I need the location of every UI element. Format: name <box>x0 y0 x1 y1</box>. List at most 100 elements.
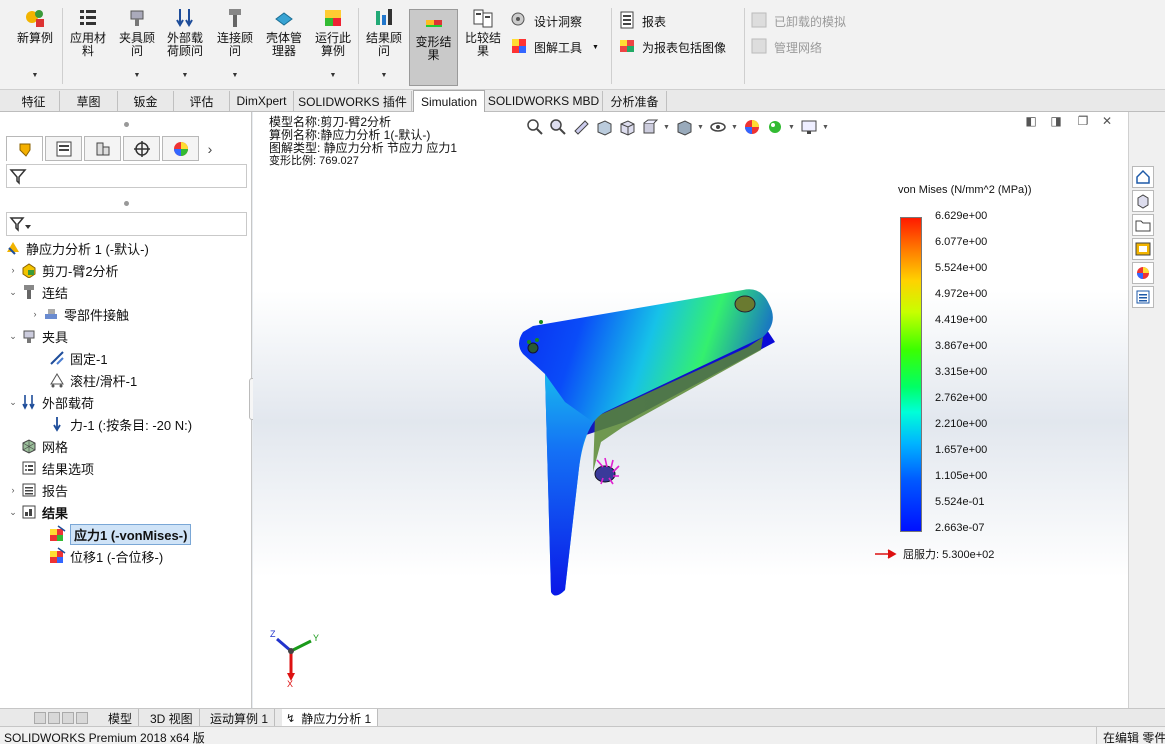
tab-3d-view[interactable]: 3D 视图 <box>144 709 200 727</box>
chevron-down-icon: ▼ <box>231 72 239 79</box>
run-study-button[interactable]: 运行此算例 ▼ <box>310 6 356 86</box>
fea-model-view[interactable] <box>493 272 793 602</box>
hide-show-items-icon[interactable] <box>708 117 728 137</box>
tree-results[interactable]: ⌄ 结果 <box>6 502 68 522</box>
restore-window-icon[interactable]: ❐ <box>1075 113 1091 129</box>
graphics-area[interactable]: 模型名称:剪刀-臂2分析 算例名称:静应力分析 1(-默认-) 图解类型: 静应… <box>253 112 1128 708</box>
chevron-down-icon[interactable]: ▼ <box>788 124 796 131</box>
fixtures-advisor-button[interactable]: 夹具顾问 ▼ <box>114 6 160 86</box>
design-library-icon[interactable] <box>1132 190 1154 212</box>
chevron-right-icon[interactable]: › <box>6 265 20 275</box>
chevron-down-icon[interactable]: ⌄ <box>6 287 20 298</box>
unloaded-simulations-button[interactable]: 已卸载的模拟 <box>750 10 846 32</box>
plot-tools-button[interactable]: 图解工具 ▼ <box>510 36 599 58</box>
section-view-icon[interactable] <box>594 117 614 137</box>
tree-stress-plot[interactable]: 应力1 (-vonMises-) <box>48 523 192 545</box>
dimxpert-manager-tab[interactable] <box>123 136 160 161</box>
new-study-button[interactable]: 新算例 ▼ <box>12 6 58 86</box>
tab-features[interactable]: 特征 <box>8 91 60 111</box>
dynamic-annotation-icon[interactable] <box>617 117 637 137</box>
display-manager-tab[interactable] <box>162 136 199 161</box>
tab-addins[interactable]: SOLIDWORKS 插件 <box>294 91 412 111</box>
apply-material-button[interactable]: 应用材料 <box>66 6 110 86</box>
chevron-down-icon[interactable]: ▼ <box>663 124 671 131</box>
tab-mbd[interactable]: SOLIDWORKS MBD <box>485 91 603 111</box>
chevron-down-icon[interactable]: ⌄ <box>6 331 20 342</box>
edit-appearance-icon[interactable] <box>742 117 762 137</box>
property-manager-tab[interactable] <box>45 136 82 161</box>
chevron-right-icon[interactable]: › <box>201 136 219 162</box>
apply-scene-icon[interactable] <box>765 117 785 137</box>
feature-manager-tab[interactable] <box>6 136 43 161</box>
tab-static-study[interactable]: ↯ 静应力分析 1 <box>282 709 379 727</box>
tree-external-loads[interactable]: ⌄ 外部载荷 <box>6 392 94 412</box>
next-tab-button[interactable] <box>62 712 74 724</box>
configuration-manager-tab[interactable] <box>84 136 121 161</box>
compare-results-button[interactable]: 比较结果 <box>460 6 506 86</box>
chevron-down-icon[interactable]: ⌄ <box>6 397 20 408</box>
custom-properties-icon[interactable] <box>1132 286 1154 308</box>
tree-roller-slider[interactable]: 滚柱/滑杆-1 <box>48 370 137 390</box>
tile-left-icon[interactable]: ◧ <box>1023 113 1039 129</box>
appearances-icon[interactable] <box>1132 262 1154 284</box>
roller-icon <box>48 371 66 389</box>
manager-tabs: › <box>6 136 246 162</box>
connections-advisor-button[interactable]: 连接顾问 ▼ <box>212 6 258 86</box>
tree-study-root[interactable]: 静应力分析 1 (-默认-) <box>4 238 149 258</box>
display-style-icon[interactable] <box>674 117 694 137</box>
close-window-icon[interactable]: ✕ <box>1099 113 1115 129</box>
panel-splitter-handle[interactable] <box>124 201 129 206</box>
zoom-to-fit-icon[interactable] <box>525 117 545 137</box>
chevron-down-icon[interactable]: ▼ <box>697 124 705 131</box>
include-image-button[interactable]: 为报表包括图像 <box>618 36 726 58</box>
chevron-right-icon[interactable]: › <box>28 309 42 319</box>
tree-mesh[interactable]: 网格 <box>20 436 68 456</box>
tab-dimxpert[interactable]: DimXpert <box>230 91 294 111</box>
manage-network-button[interactable]: 管理网络 <box>750 36 822 58</box>
tree-displacement-plot[interactable]: 位移1 (-合位移-) <box>48 546 163 566</box>
chevron-down-icon: ▼ <box>329 72 337 79</box>
axis-y-label: Y <box>313 633 319 643</box>
panel-splitter-handle[interactable] <box>124 122 129 127</box>
chevron-down-icon[interactable]: ▼ <box>731 124 739 131</box>
tree-fixtures[interactable]: ⌄ 夹具 <box>6 326 68 346</box>
tree-fixed-1[interactable]: 固定-1 <box>48 348 108 368</box>
shell-manager-button[interactable]: 壳体管理器 <box>260 6 308 86</box>
results-advisor-button[interactable]: 结果顾问 ▼ <box>362 6 406 86</box>
tab-sketch[interactable]: 草图 <box>60 91 118 111</box>
simulation-filter-box[interactable] <box>6 212 247 236</box>
tree-part[interactable]: › 剪刀-臂2分析 <box>6 260 119 280</box>
tab-motion-study[interactable]: 运动算例 1 <box>204 709 276 727</box>
legend-tick-label: 6.629e+00 <box>935 210 988 222</box>
zoom-to-area-icon[interactable] <box>548 117 568 137</box>
file-explorer-icon[interactable] <box>1132 214 1154 236</box>
view-palette-icon[interactable] <box>1132 238 1154 260</box>
chevron-down-icon[interactable]: ⌄ <box>6 507 20 518</box>
previous-tab-button[interactable] <box>48 712 60 724</box>
report-button[interactable]: 报表 <box>618 10 666 32</box>
first-tab-button[interactable] <box>34 712 46 724</box>
tree-result-options[interactable]: 结果选项 <box>20 458 94 478</box>
view-orientation-icon[interactable] <box>640 117 660 137</box>
previous-view-icon[interactable] <box>571 117 591 137</box>
last-tab-button[interactable] <box>76 712 88 724</box>
chevron-right-icon[interactable]: › <box>6 485 20 495</box>
tile-right-icon[interactable]: ◨ <box>1048 113 1064 129</box>
tree-report[interactable]: › 报告 <box>6 480 68 500</box>
tree-connections[interactable]: ⌄ 连结 <box>6 282 68 302</box>
feature-filter-box[interactable] <box>6 164 247 188</box>
property-list-icon <box>56 141 71 156</box>
home-icon[interactable] <box>1132 166 1154 188</box>
tab-analysis-prep[interactable]: 分析准备 <box>603 91 667 111</box>
tab-model[interactable]: 模型 <box>102 709 140 727</box>
external-loads-button[interactable]: 外部载荷顾问 ▼ <box>162 6 208 86</box>
chevron-down-icon[interactable]: ▼ <box>822 124 830 131</box>
tree-force-1[interactable]: 力-1 (:按条目: -20 N:) <box>48 414 192 434</box>
tree-component-contact[interactable]: › 零部件接触 <box>28 304 130 324</box>
view-settings-icon[interactable] <box>799 117 819 137</box>
tab-sheet-metal[interactable]: 钣金 <box>118 91 174 111</box>
tab-simulation[interactable]: Simulation <box>413 90 485 112</box>
tab-evaluate[interactable]: 评估 <box>174 91 230 111</box>
deformed-result-button[interactable]: 变形结果 <box>409 9 458 86</box>
design-insight-button[interactable]: 设计洞察 <box>510 10 582 32</box>
